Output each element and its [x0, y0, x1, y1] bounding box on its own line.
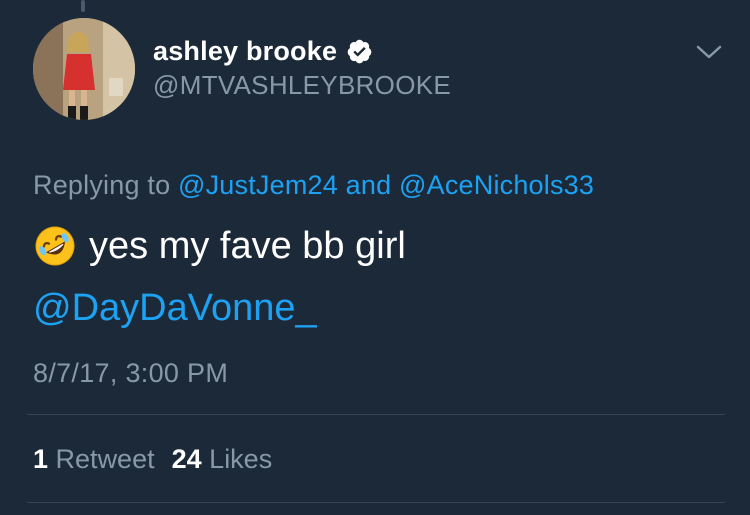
- tweet-detail-view: ashley brooke @MTVASHLEYBROOKE Replying …: [0, 0, 750, 515]
- author-display-name[interactable]: ashley brooke: [153, 36, 337, 67]
- likes-count: 24: [171, 444, 202, 474]
- retweets-stat[interactable]: 1 Retweet: [33, 444, 155, 475]
- author-name-row[interactable]: ashley brooke: [153, 34, 373, 68]
- likes-stat[interactable]: 24 Likes: [172, 444, 273, 475]
- divider-bottom: [27, 502, 725, 503]
- profile-photo-icon: [33, 18, 135, 120]
- tweet-text: yes my fave bb girl: [89, 224, 406, 267]
- retweets-label: Retweet: [55, 444, 155, 474]
- author-handle[interactable]: @MTVASHLEYBROOKE: [153, 70, 451, 101]
- replying-to-label: Replying to: [33, 170, 171, 200]
- likes-label: Likes: [209, 444, 273, 474]
- chevron-down-icon[interactable]: [693, 40, 725, 64]
- avatar[interactable]: [33, 18, 135, 120]
- replying-to-line: Replying to @JustJem24 and @AceNichols33: [33, 170, 594, 201]
- tweet-body: yes my fave bb girl: [33, 224, 406, 268]
- thread-connector-line: [81, 0, 85, 12]
- engagement-stats: 1 Retweet 24 Likes: [33, 444, 289, 475]
- rolling-on-floor-laughing-emoji-icon: [35, 226, 75, 266]
- divider-top: [27, 414, 725, 415]
- tweet-timestamp: 8/7/17, 3:00 PM: [33, 358, 229, 388]
- reply-mention-justjem24[interactable]: @JustJem24: [178, 170, 338, 200]
- reply-mention-acenichols33[interactable]: @AceNichols33: [399, 170, 594, 200]
- reply-and-connector: and: [345, 170, 392, 200]
- retweets-count: 1: [33, 444, 49, 474]
- tweet-mention-daydavonne[interactable]: @DayDaVonne_: [33, 287, 317, 330]
- verified-badge-icon: [347, 39, 372, 63]
